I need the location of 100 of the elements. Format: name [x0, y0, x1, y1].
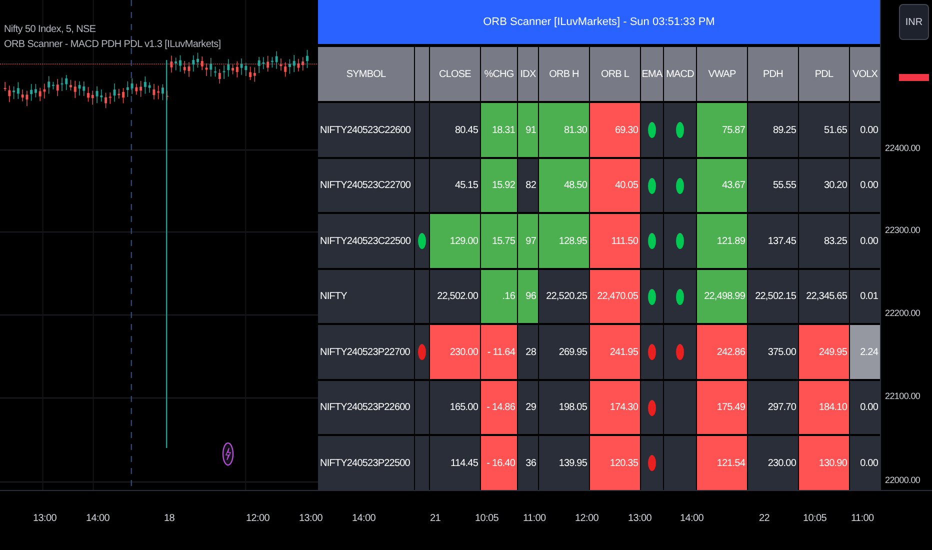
- table-cell: 83.25: [799, 214, 849, 268]
- header-cell: [415, 46, 429, 102]
- price-label: 22400.00: [885, 143, 920, 153]
- price-label: 22300.00: [885, 225, 920, 235]
- time-label: 13:00: [299, 513, 323, 524]
- time-label: 14:00: [352, 513, 376, 524]
- table-cell: 0.01: [850, 270, 880, 324]
- column-header: VOLX: [850, 46, 880, 102]
- table-cell: 15.92: [481, 158, 517, 212]
- table-cell: NIFTY240523P22700: [318, 325, 414, 379]
- table-cell: 120.35: [590, 436, 640, 490]
- table-cell: 230.00: [748, 436, 798, 490]
- time-label: 11:00: [523, 513, 546, 524]
- table-cell: NIFTY240523P22500: [318, 436, 414, 490]
- table-cell: 91: [518, 103, 538, 157]
- table-cell: 111.50: [590, 214, 640, 268]
- table-cell: 82: [518, 158, 538, 212]
- table-cell: - 16.40: [481, 436, 517, 490]
- column-header: %CHG: [481, 46, 517, 102]
- table-cell: 198.05: [539, 380, 589, 434]
- table-cell: NIFTY240523C22500: [318, 214, 414, 268]
- time-label: 14:00: [86, 513, 110, 524]
- table-cell: 81.30: [539, 103, 589, 157]
- table-cell: - 11.64: [481, 325, 517, 379]
- table-cell: 129.00: [430, 214, 480, 268]
- time-label: 10:05: [803, 513, 827, 524]
- table-cell: NIFTY240523C22600: [318, 103, 414, 157]
- table-cell: 241.95: [590, 325, 640, 379]
- currency-button[interactable]: INR: [899, 4, 929, 40]
- table-cell: 51.65: [799, 103, 849, 157]
- time-label: 13:00: [628, 513, 652, 524]
- table-cell: 297.70: [748, 380, 798, 434]
- table-cell: NIFTY240523C22700: [318, 158, 414, 212]
- table-cell: 249.95: [799, 325, 849, 379]
- table-cell: 80.45: [430, 103, 480, 157]
- time-label: 10:05: [475, 513, 499, 524]
- table-cell: 97: [518, 214, 538, 268]
- table-cell: 48.50: [539, 158, 589, 212]
- table-cell: 22,470.05: [590, 270, 640, 324]
- table-cell: NIFTY240523P22600: [318, 380, 414, 434]
- table-cell: 2.24: [850, 325, 880, 379]
- table-cell: 114.45: [430, 436, 480, 490]
- table-cell: 22,345.65: [799, 270, 849, 324]
- table-cell: 22,502.15: [748, 270, 798, 324]
- column-header: IDX: [518, 46, 538, 102]
- table-cell: 30.20: [799, 158, 849, 212]
- scanner-title: ORB Scanner [ILuvMarkets] - Sun 03:51:33 PM: [318, 0, 880, 44]
- column-header: CLOSE: [430, 46, 480, 102]
- indicator-label: ORB Scanner - MACD PDH PDL v1.3 [ILuvMarkets]: [4, 39, 221, 50]
- table-cell: 22,520.25: [539, 270, 589, 324]
- table-cell: [415, 380, 429, 434]
- table-cell: 130.90: [799, 436, 849, 490]
- table-cell: 269.95: [539, 325, 589, 379]
- table-cell: 184.10: [799, 380, 849, 434]
- table-cell: 0.00: [850, 103, 880, 157]
- column-header: ORB H: [539, 46, 589, 102]
- table-cell: - 14.86: [481, 380, 517, 434]
- column-header: SYMBOL: [318, 46, 414, 102]
- table-cell: 174.30: [590, 380, 640, 434]
- time-label: 13:00: [33, 513, 57, 524]
- table-cell: 96: [518, 270, 538, 324]
- time-label: 12:00: [246, 513, 270, 524]
- table-cell: 22,502.00: [430, 270, 480, 324]
- table-cell: 375.00: [748, 325, 798, 379]
- table-cell: [415, 158, 429, 212]
- time-label: 11:00: [851, 513, 874, 524]
- table-cell: 121.54: [697, 436, 747, 490]
- lightning-icon[interactable]: [222, 442, 234, 466]
- table-cell: 36: [518, 436, 538, 490]
- table-cell: 45.15: [430, 158, 480, 212]
- table-cell: 0.00: [850, 214, 880, 268]
- table-cell: 242.86: [697, 325, 747, 379]
- column-header: PDH: [748, 46, 798, 102]
- symbol-label: Nifty 50 Index, 5, NSE: [4, 24, 97, 35]
- table-cell: 128.95: [539, 214, 589, 268]
- table-cell: 75.87: [697, 103, 747, 157]
- column-header: VWAP: [697, 46, 747, 102]
- price-label: 22100.00: [885, 391, 920, 401]
- table-cell: NIFTY: [318, 270, 414, 324]
- time-label: 12:00: [575, 513, 599, 524]
- table-cell: 89.25: [748, 103, 798, 157]
- table-cell: 121.89: [697, 214, 747, 268]
- table-cell: 43.67: [697, 158, 747, 212]
- table-cell: [415, 103, 429, 157]
- table-cell: 165.00: [430, 380, 480, 434]
- table-cell: 15.75: [481, 214, 517, 268]
- table-cell: 55.55: [748, 158, 798, 212]
- table-cell: [415, 270, 429, 324]
- table-cell: .16: [481, 270, 517, 324]
- time-label: 18: [164, 513, 175, 524]
- table-cell: 0.00: [850, 380, 880, 434]
- table-cell: 69.30: [590, 103, 640, 157]
- table-cell: 0.00: [850, 158, 880, 212]
- table-cell: 22,498.99: [697, 270, 747, 324]
- time-label: 21: [430, 513, 441, 524]
- table-cell: 137.45: [748, 214, 798, 268]
- table-cell: 230.00: [430, 325, 480, 379]
- column-header: PDL: [799, 46, 849, 102]
- price-marker: [899, 74, 929, 81]
- table-cell: 28: [518, 325, 538, 379]
